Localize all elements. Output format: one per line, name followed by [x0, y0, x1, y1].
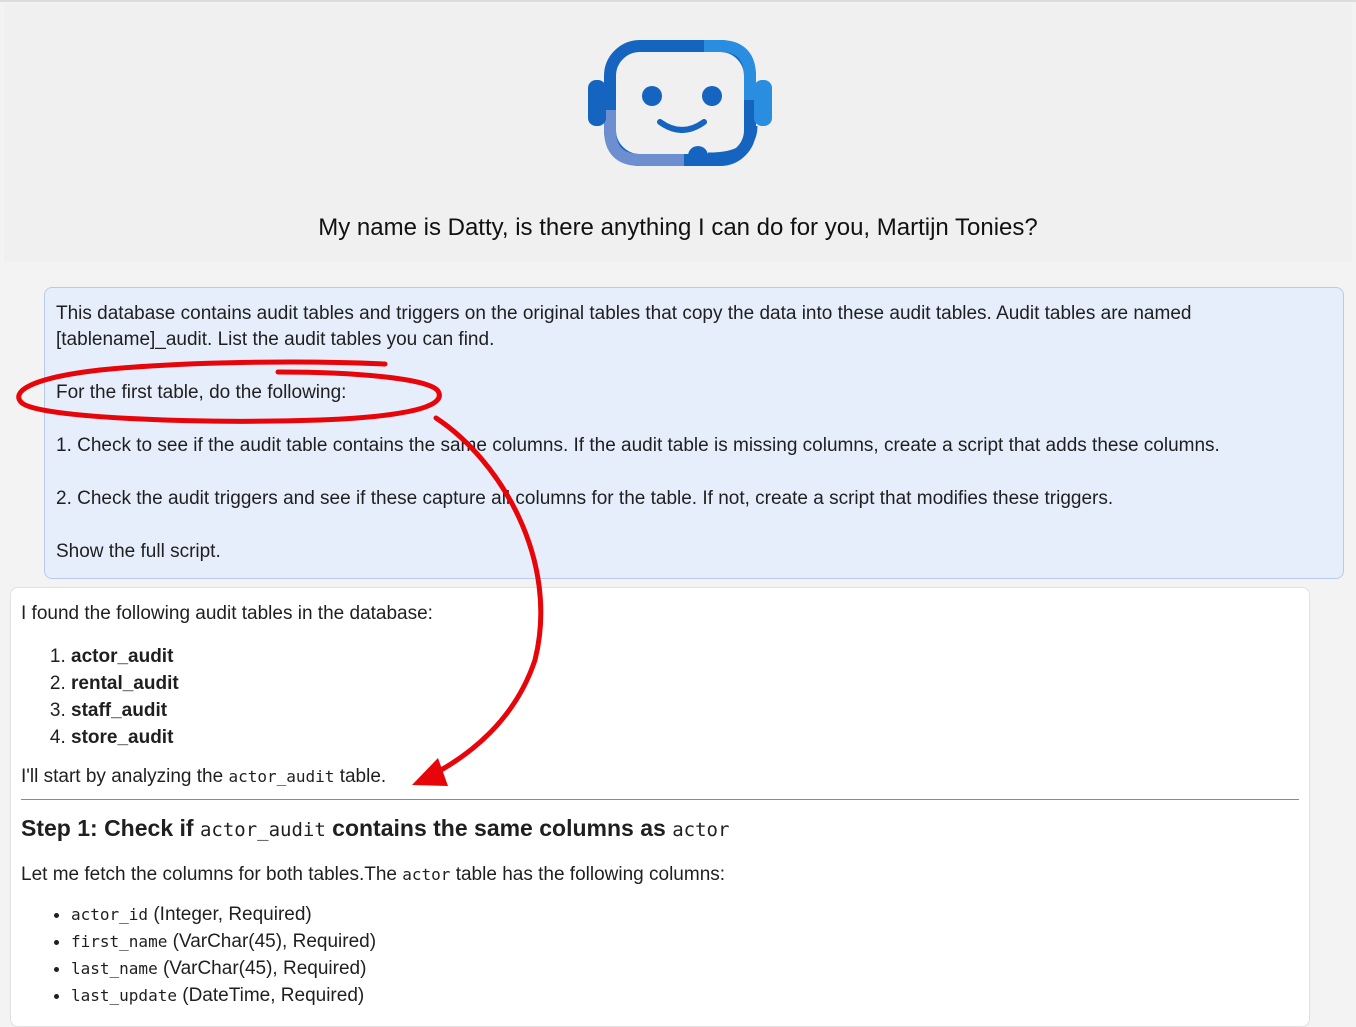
start-suffix: table. — [334, 766, 387, 787]
fetch-suffix: table has the following columns: — [450, 864, 726, 885]
list-item: last_name (VarChar(45), Required) — [71, 955, 1299, 982]
column-name: last_name — [71, 959, 158, 978]
assistant-intro: I found the following audit tables in th… — [21, 603, 433, 624]
user-message-paragraph: This database contains audit tables and … — [56, 303, 1192, 350]
inline-code: actor — [672, 819, 730, 841]
step-1-middle: contains the same columns as — [325, 815, 673, 841]
list-item: actor_id (Integer, Required) — [71, 901, 1299, 928]
list-item: store_audit — [71, 724, 1299, 751]
list-item: last_update (DateTime, Required) — [71, 982, 1299, 1009]
inline-code: actor — [402, 865, 451, 884]
fetch-columns-text: Let me fetch the columns for both tables… — [21, 861, 1299, 888]
divider — [21, 799, 1299, 800]
inline-code: actor_audit — [199, 819, 326, 841]
list-item: actor_audit — [71, 643, 1299, 670]
inline-code: actor_audit — [228, 767, 335, 786]
start-prefix: I'll start by analyzing the — [21, 766, 229, 787]
list-item: rental_audit — [71, 670, 1299, 697]
column-name: first_name — [71, 932, 168, 951]
user-message-paragraph: 2. Check the audit triggers and see if t… — [56, 488, 1114, 509]
column-name: actor_id — [71, 905, 149, 924]
user-message-paragraph: Show the full script. — [56, 541, 221, 562]
column-name: last_update — [71, 986, 177, 1005]
list-item: first_name (VarChar(45), Required) — [71, 928, 1299, 955]
column-list: actor_id (Integer, Required) first_name … — [21, 901, 1299, 1009]
user-message-paragraph: 1. Check to see if the audit table conta… — [56, 435, 1220, 456]
step-1-heading: Step 1: Check if actor_audit contains th… — [21, 813, 1299, 845]
user-message-paragraph: For the first table, do the following: — [56, 382, 347, 403]
greeting-title: My name is Datty, is there anything I ca… — [318, 214, 1038, 241]
audit-table-list: actor_audit rental_audit staff_audit sto… — [21, 643, 1299, 751]
user-message: This database contains audit tables and … — [44, 287, 1344, 579]
column-desc: (DateTime, Required) — [176, 985, 365, 1006]
top-border — [0, 0, 1356, 2]
robot-headset-icon — [588, 40, 772, 166]
step-1-prefix: Step 1: Check if — [21, 815, 200, 841]
list-item: staff_audit — [71, 697, 1299, 724]
column-desc: (VarChar(45), Required) — [157, 958, 367, 979]
assistant-message: I found the following audit tables in th… — [10, 587, 1310, 1027]
fetch-prefix: Let me fetch the columns for both tables… — [21, 864, 403, 885]
chat-header: My name is Datty, is there anything I ca… — [4, 4, 1352, 262]
column-desc: (VarChar(45), Required) — [167, 931, 377, 952]
start-analysis-text: I'll start by analyzing the actor_audit … — [21, 763, 1299, 790]
column-desc: (Integer, Required) — [148, 904, 312, 925]
